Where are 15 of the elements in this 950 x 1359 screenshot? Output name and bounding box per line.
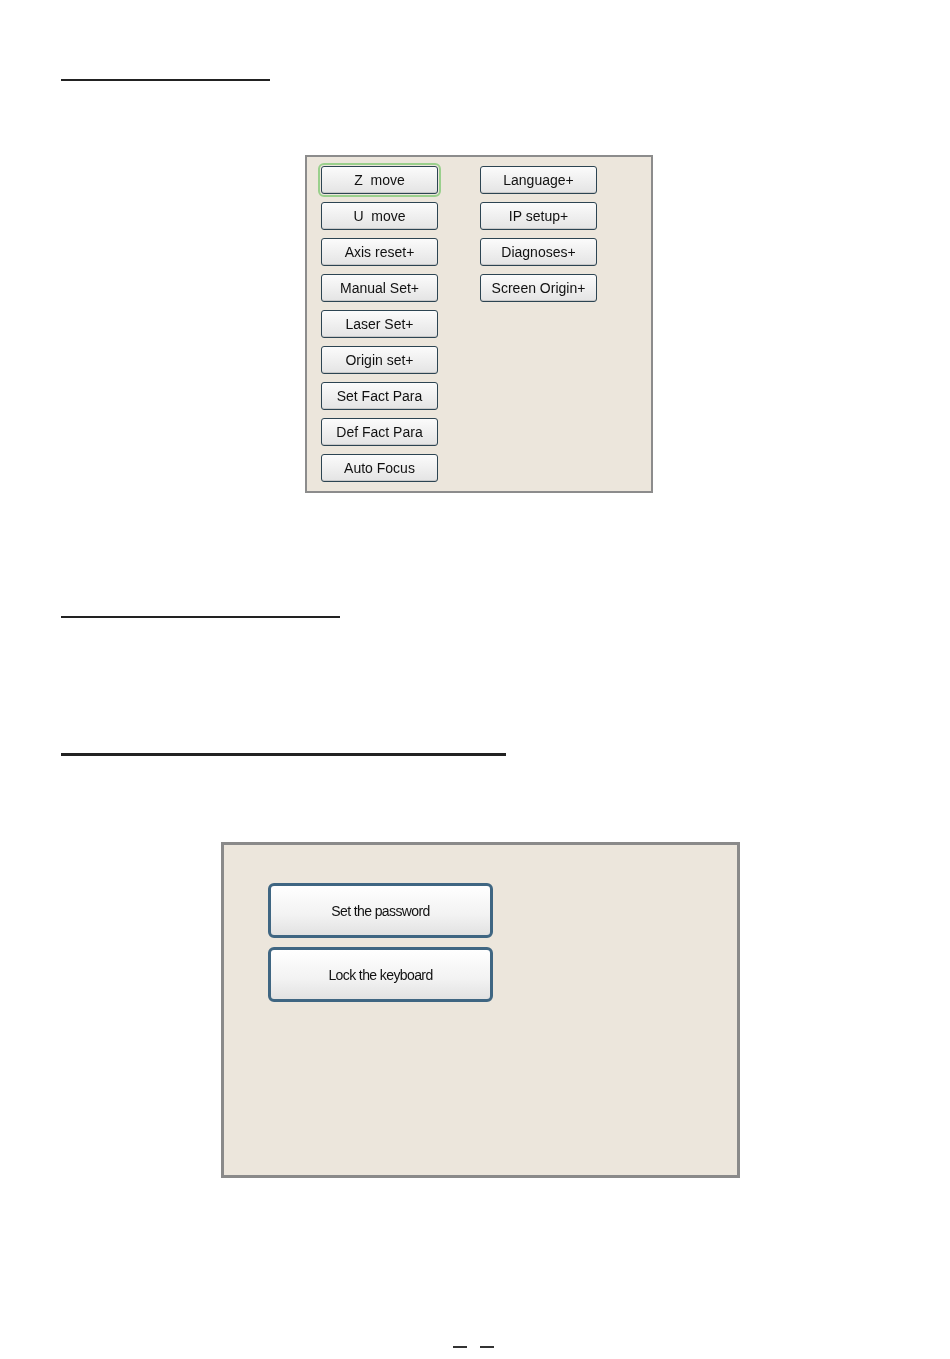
menu-button[interactable]: Laser Set+ (321, 310, 438, 338)
menu-button[interactable]: Z move (321, 166, 438, 194)
menu-button[interactable]: Set Fact Para (321, 382, 438, 410)
menu-button[interactable]: Screen Origin+ (480, 274, 597, 302)
menu-button[interactable]: Auto Focus (321, 454, 438, 482)
menu-button[interactable]: Origin set+ (321, 346, 438, 374)
menu-button[interactable]: Set the password (268, 883, 493, 938)
menu-button[interactable]: Def Fact Para (321, 418, 438, 446)
menu-button[interactable]: IP setup+ (480, 202, 597, 230)
menu-button[interactable]: Axis reset+ (321, 238, 438, 266)
menu-button[interactable]: Manual Set+ (321, 274, 438, 302)
menu-button[interactable]: Diagnoses+ (480, 238, 597, 266)
menu-button[interactable]: Lock the keyboard (268, 947, 493, 1002)
menu-button[interactable]: Language+ (480, 166, 597, 194)
menu-button[interactable]: U move (321, 202, 438, 230)
